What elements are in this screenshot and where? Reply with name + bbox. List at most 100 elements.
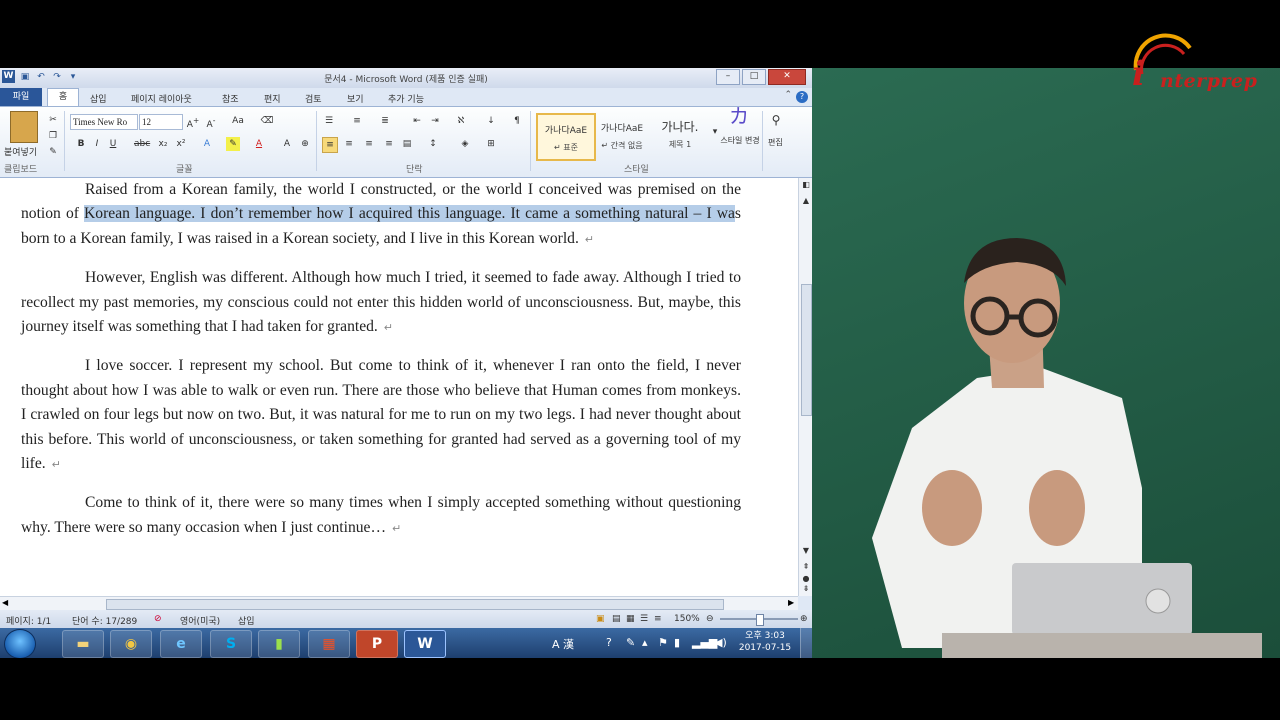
text-effects-icon[interactable]: A xyxy=(200,137,214,151)
office-app-icon[interactable]: ▦ xyxy=(308,630,350,658)
chrome-icon[interactable]: ◉ xyxy=(110,630,152,658)
tab-add-ins[interactable]: 추가 기능 xyxy=(388,92,424,105)
ime-status[interactable]: A 漢 xyxy=(552,636,574,652)
font-name-box[interactable]: Times New Ro xyxy=(70,114,138,130)
proofing-icon[interactable]: ⊘ xyxy=(154,614,162,624)
print-layout-icon[interactable]: ▣ xyxy=(596,614,605,624)
bold-icon[interactable]: B xyxy=(74,137,88,151)
powerpoint-icon[interactable]: P xyxy=(356,630,398,658)
help-tray-icon[interactable]: ? xyxy=(606,636,612,649)
highlight-icon[interactable]: ✎ xyxy=(226,137,240,151)
ruler-toggle-icon[interactable]: ◧ xyxy=(799,180,812,189)
vertical-scrollbar[interactable]: ◧ ▲ ▼ ⇞ ● ⇟ xyxy=(798,178,812,596)
char-shading-icon[interactable]: A xyxy=(280,137,294,151)
internet-explorer-icon[interactable]: e xyxy=(160,630,202,658)
superscript-icon[interactable]: x² xyxy=(174,137,188,151)
bullets-icon[interactable]: ☰ xyxy=(322,114,336,128)
maximize-button[interactable]: □ xyxy=(742,69,766,85)
tab-references[interactable]: 참조 xyxy=(222,92,239,105)
clear-format-icon[interactable]: ⌫ xyxy=(260,114,274,128)
document-page[interactable]: Raised from a Korean family, the world I… xyxy=(21,178,741,555)
editing-label[interactable]: 편집 xyxy=(768,137,783,148)
horizontal-scrollbar[interactable]: ◀ ▶ xyxy=(0,596,798,611)
style-heading-1[interactable]: 가나다. 제목 1 xyxy=(652,113,708,157)
align-right-icon[interactable]: ≡ xyxy=(362,137,376,151)
style-no-spacing[interactable]: 가나다AaE ↵ 간격 없음 xyxy=(594,113,650,157)
tab-insert[interactable]: 삽입 xyxy=(90,92,107,105)
web-layout-icon[interactable]: ▦ xyxy=(626,614,635,624)
word-taskbar-icon[interactable]: W xyxy=(404,630,446,658)
subscript-icon[interactable]: x₂ xyxy=(156,137,170,151)
document-area[interactable]: Raised from a Korean family, the world I… xyxy=(0,178,798,596)
shrink-font-icon[interactable]: A- xyxy=(204,114,218,130)
horizontal-scroll-thumb[interactable] xyxy=(106,599,724,610)
scroll-right-icon[interactable]: ▶ xyxy=(788,598,794,607)
minimize-button[interactable]: – xyxy=(716,69,740,85)
enclose-char-icon[interactable]: ⊕ xyxy=(298,137,312,151)
asian-layout-icon[interactable]: ℵ xyxy=(454,114,468,128)
strikethrough-icon[interactable]: abc xyxy=(134,137,150,151)
sort-icon[interactable]: ↓ xyxy=(484,114,498,128)
tab-page-layout[interactable]: 페이지 레이아웃 xyxy=(131,92,192,105)
full-screen-icon[interactable]: ▤ xyxy=(612,614,621,624)
taskbar-clock[interactable]: 오후 3:03 2017-07-15 xyxy=(738,630,792,654)
file-explorer-icon[interactable]: ▬ xyxy=(62,630,104,658)
scroll-down-icon[interactable]: ▼ xyxy=(799,546,812,555)
tab-review[interactable]: 검토 xyxy=(305,92,322,105)
previous-page-icon[interactable]: ⇞ xyxy=(799,562,812,571)
cut-icon[interactable]: ✂ xyxy=(46,113,60,127)
zoom-slider-knob[interactable] xyxy=(756,614,764,626)
style-normal[interactable]: 가나다AaE ↵ 표준 xyxy=(536,113,596,161)
tab-mailings[interactable]: 편지 xyxy=(264,92,281,105)
start-button-icon[interactable] xyxy=(4,629,36,659)
font-color-icon[interactable]: A xyxy=(252,137,266,151)
show-marks-icon[interactable]: ¶ xyxy=(510,114,524,128)
italic-icon[interactable]: I xyxy=(90,137,104,151)
paste-label[interactable]: 붙여넣기 xyxy=(4,145,37,158)
align-left-icon[interactable]: ≡ xyxy=(322,137,338,153)
decrease-indent-icon[interactable]: ⇤ xyxy=(410,114,424,128)
underline-icon[interactable]: U xyxy=(106,137,120,151)
close-button[interactable]: ✕ xyxy=(768,69,806,85)
word-count[interactable]: 단어 수: 17/289 xyxy=(72,614,137,627)
battery-icon[interactable]: ▮ xyxy=(674,636,680,649)
tab-view[interactable]: 보기 xyxy=(347,92,364,105)
media-app-icon[interactable]: ▮ xyxy=(258,630,300,658)
draft-icon[interactable]: ≡ xyxy=(654,614,662,624)
outline-icon[interactable]: ☰ xyxy=(640,614,648,624)
help-icon[interactable]: ? xyxy=(796,91,808,103)
zoom-in-icon[interactable]: ⊕ xyxy=(800,614,808,624)
grow-font-icon[interactable]: A+ xyxy=(186,114,200,130)
font-size-box[interactable]: 12 xyxy=(139,114,183,130)
paste-icon[interactable] xyxy=(10,111,38,143)
shading-icon[interactable]: ◈ xyxy=(458,137,472,151)
change-styles-icon[interactable]: カ xyxy=(726,106,752,131)
page-count[interactable]: 페이지: 1/1 xyxy=(6,614,51,627)
scroll-left-icon[interactable]: ◀ xyxy=(2,598,8,607)
increase-indent-icon[interactable]: ⇥ xyxy=(428,114,442,128)
minimize-ribbon-icon[interactable]: ⌃ xyxy=(784,90,792,100)
justify-icon[interactable]: ≡ xyxy=(382,137,396,151)
align-center-icon[interactable]: ≡ xyxy=(342,137,356,151)
copy-icon[interactable]: ❐ xyxy=(46,129,60,143)
next-page-icon[interactable]: ⇟ xyxy=(799,584,812,593)
insert-mode[interactable]: 삽입 xyxy=(238,614,255,627)
borders-icon[interactable]: ⊞ xyxy=(484,137,498,151)
browse-object-icon[interactable]: ● xyxy=(799,574,812,583)
flag-icon[interactable]: ⚑ xyxy=(658,636,668,649)
numbering-icon[interactable]: ≡ xyxy=(350,114,364,128)
find-icon[interactable]: ⚲ xyxy=(769,113,783,127)
skype-icon[interactable]: S xyxy=(210,630,252,658)
language-status[interactable]: 영어(미국) xyxy=(180,614,220,627)
line-spacing-icon[interactable]: ↕ xyxy=(426,137,440,151)
volume-icon[interactable]: ◀) xyxy=(714,636,727,649)
input-mode-icon[interactable]: ✎ xyxy=(626,636,635,649)
vertical-scroll-thumb[interactable] xyxy=(801,284,812,416)
change-case-icon[interactable]: Aa xyxy=(228,114,248,128)
distribute-icon[interactable]: ▤ xyxy=(400,137,414,151)
multilevel-list-icon[interactable]: ≣ xyxy=(378,114,392,128)
tab-home[interactable]: 홈 xyxy=(47,88,79,107)
zoom-out-icon[interactable]: ⊖ xyxy=(706,614,714,624)
zoom-level[interactable]: 150% xyxy=(674,614,700,624)
tab-file[interactable]: 파일 xyxy=(0,88,42,106)
